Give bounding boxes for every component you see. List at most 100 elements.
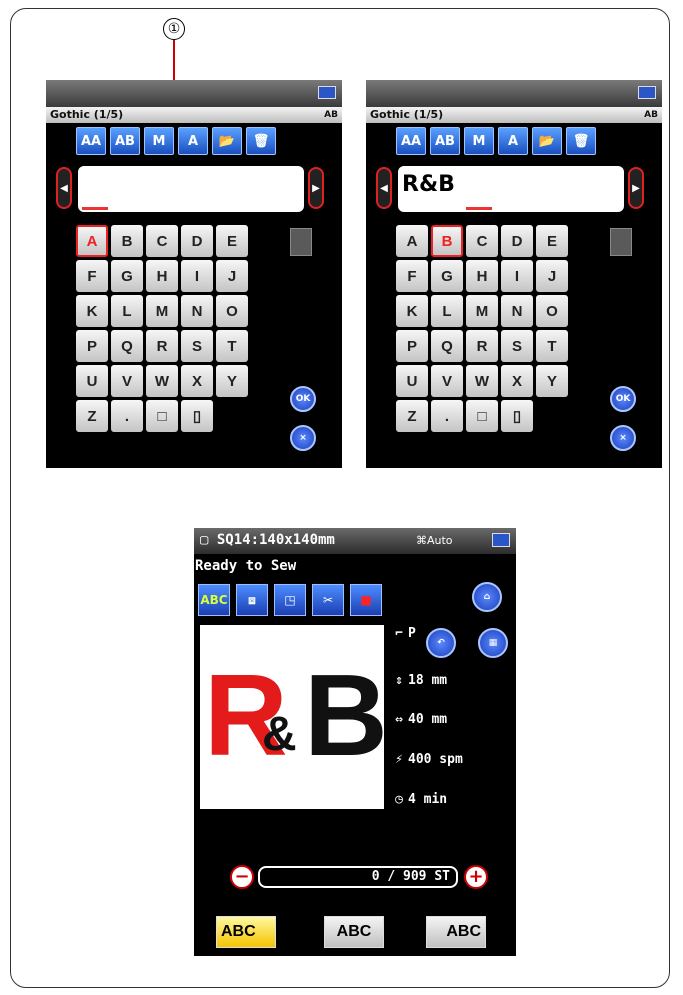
key-o[interactable]: O xyxy=(536,295,568,327)
key-narrow-space[interactable]: ▯ xyxy=(501,400,533,432)
font-title: Gothic (1/5) xyxy=(50,108,124,121)
key-y[interactable]: Y xyxy=(536,365,568,397)
key-k[interactable]: K xyxy=(76,295,108,327)
key-s[interactable]: S xyxy=(181,330,213,362)
key-j[interactable]: J xyxy=(216,260,248,292)
key-f[interactable]: F xyxy=(396,260,428,292)
key-w[interactable]: W xyxy=(146,365,178,397)
key-l[interactable]: L xyxy=(431,295,463,327)
key-r[interactable]: R xyxy=(146,330,178,362)
monogram-size-button[interactable]: M xyxy=(144,127,174,155)
trace-button[interactable]: ◳ xyxy=(274,584,306,616)
key-u[interactable]: U xyxy=(396,365,428,397)
key-u[interactable]: U xyxy=(76,365,108,397)
key-i[interactable]: I xyxy=(181,260,213,292)
case-toggle-button[interactable]: AB xyxy=(110,127,140,155)
key-n[interactable]: N xyxy=(501,295,533,327)
key-h[interactable]: H xyxy=(466,260,498,292)
key-b[interactable]: B xyxy=(431,225,463,257)
ok-button[interactable]: OK xyxy=(290,386,316,412)
plus-button[interactable]: + xyxy=(464,865,488,889)
key-d[interactable]: D xyxy=(181,225,213,257)
key-narrow-space[interactable]: ▯ xyxy=(181,400,213,432)
key-e[interactable]: E xyxy=(216,225,248,257)
key-a[interactable]: A xyxy=(396,225,428,257)
cancel-button[interactable]: × xyxy=(290,425,316,451)
key-f[interactable]: F xyxy=(76,260,108,292)
key-c[interactable]: C xyxy=(146,225,178,257)
open-folder-button[interactable]: 📂 xyxy=(212,127,242,155)
key-period[interactable]: . xyxy=(111,400,143,432)
key-h[interactable]: H xyxy=(146,260,178,292)
key-m[interactable]: M xyxy=(466,295,498,327)
align-left-button[interactable]: ABC xyxy=(216,916,276,948)
key-j[interactable]: J xyxy=(536,260,568,292)
key-b[interactable]: B xyxy=(111,225,143,257)
key-s[interactable]: S xyxy=(501,330,533,362)
key-z[interactable]: Z xyxy=(396,400,428,432)
key-t[interactable]: T xyxy=(536,330,568,362)
cursor-left-button[interactable]: ◀ xyxy=(56,167,72,209)
color-button[interactable]: ■ xyxy=(350,584,382,616)
key-v[interactable]: V xyxy=(431,365,463,397)
key-q[interactable]: Q xyxy=(431,330,463,362)
key-z[interactable]: Z xyxy=(76,400,108,432)
key-g[interactable]: G xyxy=(111,260,143,292)
key-i[interactable]: I xyxy=(501,260,533,292)
delete-button[interactable]: 🗑 xyxy=(246,127,276,155)
design-height: ⇕ 18 mm xyxy=(390,673,447,688)
key-p[interactable]: P xyxy=(396,330,428,362)
key-o[interactable]: O xyxy=(216,295,248,327)
key-r[interactable]: R xyxy=(466,330,498,362)
speed-icon: ⚡ xyxy=(395,752,403,767)
space-key[interactable] xyxy=(610,228,632,256)
key-period[interactable]: . xyxy=(431,400,463,432)
align-right-button[interactable]: ABC xyxy=(426,916,486,948)
key-a[interactable]: A xyxy=(76,225,108,257)
key-m[interactable]: M xyxy=(146,295,178,327)
folder-icon: 📂 xyxy=(538,133,556,149)
key-l[interactable]: L xyxy=(111,295,143,327)
key-g[interactable]: G xyxy=(431,260,463,292)
text-entry-field[interactable] xyxy=(78,166,304,212)
text-entry-field[interactable]: R&B xyxy=(398,166,624,212)
key-space[interactable]: □ xyxy=(146,400,178,432)
font-select-button[interactable]: AA xyxy=(76,127,106,155)
home-button[interactable]: ⌂ xyxy=(472,582,502,612)
toolbar: ABC ⧈ ◳ ✂ ■ xyxy=(198,584,382,616)
hoop-button[interactable]: ⧈ xyxy=(236,584,268,616)
cursor-left-button[interactable]: ◀ xyxy=(376,167,392,209)
key-c[interactable]: C xyxy=(466,225,498,257)
key-space[interactable]: □ xyxy=(466,400,498,432)
minus-button[interactable]: − xyxy=(230,865,254,889)
key-t[interactable]: T xyxy=(216,330,248,362)
key-d[interactable]: D xyxy=(501,225,533,257)
rotate-button[interactable]: ↶ xyxy=(426,628,456,658)
key-v[interactable]: V xyxy=(111,365,143,397)
thread-cut-button[interactable]: ✂ xyxy=(312,584,344,616)
key-k[interactable]: K xyxy=(396,295,428,327)
key-p[interactable]: P xyxy=(76,330,108,362)
key-y[interactable]: Y xyxy=(216,365,248,397)
delete-button[interactable]: 🗑 xyxy=(566,127,596,155)
cursor-right-button[interactable]: ▶ xyxy=(308,167,324,209)
monogram-size-button[interactable]: M xyxy=(464,127,494,155)
key-q[interactable]: Q xyxy=(111,330,143,362)
cancel-button[interactable]: × xyxy=(610,425,636,451)
case-toggle-button[interactable]: AB xyxy=(430,127,460,155)
font-select-button[interactable]: AA xyxy=(396,127,426,155)
font-size-button[interactable]: A xyxy=(178,127,208,155)
space-key[interactable] xyxy=(290,228,312,256)
align-center-button[interactable]: ABC xyxy=(324,916,384,948)
ok-button[interactable]: OK xyxy=(610,386,636,412)
grid-button[interactable]: ▦ xyxy=(478,628,508,658)
edit-text-button[interactable]: ABC xyxy=(198,584,230,616)
cursor-right-button[interactable]: ▶ xyxy=(628,167,644,209)
key-n[interactable]: N xyxy=(181,295,213,327)
open-folder-button[interactable]: 📂 xyxy=(532,127,562,155)
key-x[interactable]: X xyxy=(501,365,533,397)
key-w[interactable]: W xyxy=(466,365,498,397)
key-x[interactable]: X xyxy=(181,365,213,397)
key-e[interactable]: E xyxy=(536,225,568,257)
font-size-button[interactable]: A xyxy=(498,127,528,155)
